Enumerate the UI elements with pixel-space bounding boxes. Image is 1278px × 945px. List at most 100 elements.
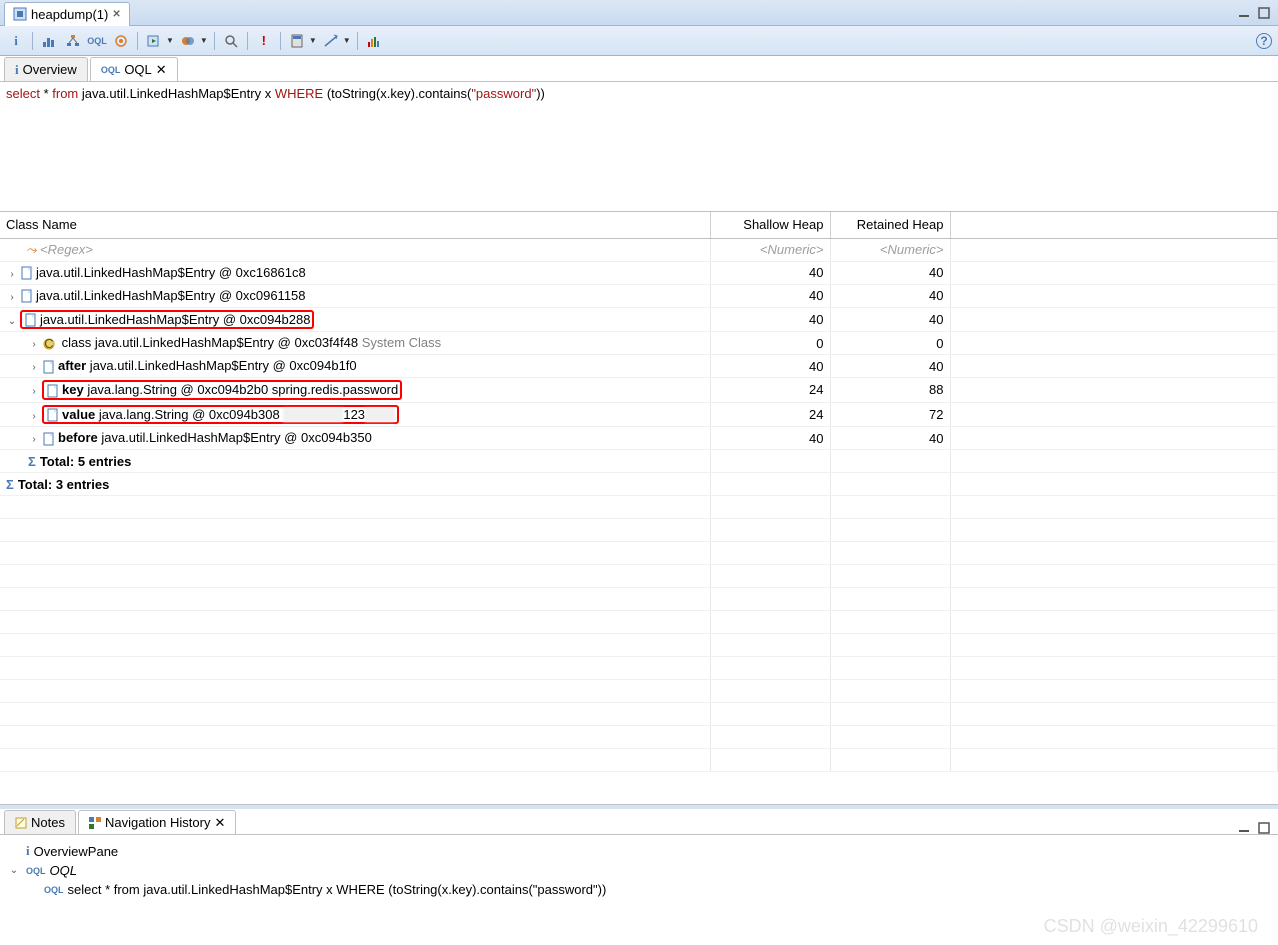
editor-tab-heapdump[interactable]: heapdump(1) ✕ <box>4 2 130 26</box>
retained-heap-value: 40 <box>830 284 950 307</box>
class-icon <box>46 408 60 422</box>
table-row[interactable]: ΣTotal: 3 entries <box>0 473 1278 496</box>
help-icon[interactable]: ? <box>1256 33 1272 49</box>
retained-heap-value: 40 <box>830 427 950 450</box>
shallow-heap-value: 40 <box>710 284 830 307</box>
maximize-icon[interactable] <box>1258 822 1270 834</box>
minimize-icon[interactable] <box>1238 7 1250 19</box>
group-button[interactable] <box>364 31 384 51</box>
compare-button[interactable] <box>321 31 341 51</box>
chevron-down-icon[interactable]: ▼ <box>343 36 351 45</box>
editor-tab-bar: heapdump(1) ✕ <box>0 0 1278 26</box>
navigation-history-body: i OverviewPane ⌄ OQL OQL OQL select * fr… <box>0 835 1278 945</box>
dominator-tree-button[interactable] <box>63 31 83 51</box>
run-query-button[interactable] <box>144 31 164 51</box>
oql-button[interactable]: OQL <box>87 31 107 51</box>
tree-toggle[interactable]: › <box>28 362 40 373</box>
row-text: class java.util.LinkedHashMap$Entry @ 0x… <box>58 335 362 350</box>
tree-toggle[interactable]: ⌄ <box>6 316 18 327</box>
tab-oql[interactable]: OQL OQL ✕ <box>90 57 178 81</box>
run-expert-button[interactable]: ! <box>254 31 274 51</box>
tab-overview[interactable]: i Overview <box>4 57 88 81</box>
tab-navigation-history[interactable]: Navigation History ✕ <box>78 810 236 834</box>
row-text: java.lang.String @ 0xc094b308 <box>95 407 283 422</box>
chevron-down-icon[interactable]: ▼ <box>200 36 208 45</box>
retained-heap-value: 40 <box>830 355 950 378</box>
main-toolbar: i OQL ▼ ▼ ! ▼ ▼ ? <box>0 26 1278 56</box>
field-name: after <box>58 358 86 373</box>
table-row[interactable]: ›java.util.LinkedHashMap$Entry @ 0xc0961… <box>0 284 1278 307</box>
column-header-classname[interactable]: Class Name <box>0 212 710 238</box>
toolbar-separator <box>137 32 138 50</box>
empty-row <box>0 519 1278 542</box>
chevron-down-icon[interactable]: ▼ <box>309 36 317 45</box>
table-row[interactable]: ›before java.util.LinkedHashMap$Entry @ … <box>0 427 1278 450</box>
field-name: key <box>62 382 84 397</box>
shallow-heap-value: 24 <box>710 402 830 427</box>
empty-row <box>0 542 1278 565</box>
row-text: java.util.LinkedHashMap$Entry @ 0xc094b2… <box>40 312 310 327</box>
table-row[interactable]: ΣTotal: 5 entries <box>0 450 1278 473</box>
table-row[interactable]: › key java.lang.String @ 0xc094b2b0 sprin… <box>0 378 1278 403</box>
redacted-value <box>365 408 395 422</box>
total-label: Total: 3 entries <box>18 477 110 492</box>
field-name: value <box>62 407 95 422</box>
tab-label: Overview <box>23 62 77 77</box>
find-button[interactable] <box>221 31 241 51</box>
nav-item-overview[interactable]: i OverviewPane <box>8 841 1270 861</box>
minimize-icon[interactable] <box>1238 822 1250 834</box>
table-row[interactable]: › after java.util.LinkedHashMap$Entry @ 0… <box>0 355 1278 378</box>
sigma-icon: Σ <box>28 454 36 469</box>
class-icon: C <box>42 337 56 351</box>
tree-toggle[interactable]: › <box>6 269 18 280</box>
nav-item-query[interactable]: OQL select * from java.util.LinkedHashMa… <box>8 880 1270 899</box>
table-row[interactable]: ⌄ java.util.LinkedHashMap$Entry @ 0xc094b… <box>0 307 1278 332</box>
calculator-button[interactable] <box>287 31 307 51</box>
numeric-filter-input[interactable]: <Numeric> <box>830 238 950 261</box>
thread-overview-button[interactable] <box>111 31 131 51</box>
oql-icon: OQL <box>101 65 121 75</box>
tree-toggle[interactable]: › <box>28 339 40 350</box>
table-row[interactable]: ›C class java.util.LinkedHashMap$Entry @… <box>0 332 1278 355</box>
row-text: java.util.LinkedHashMap$Entry @ 0xc094b1… <box>86 358 356 373</box>
table-row[interactable]: ›value java.lang.String @ 0xc094b308 123… <box>0 402 1278 427</box>
row-text: java.lang.String @ 0xc094b2b0 spring.red… <box>84 382 399 397</box>
tree-toggle[interactable]: › <box>28 411 40 422</box>
toolbar-separator <box>280 32 281 50</box>
tree-toggle[interactable]: › <box>28 386 40 397</box>
sub-tab-bar: i Overview OQL OQL ✕ <box>0 56 1278 82</box>
oql-query-editor[interactable]: select * from java.util.LinkedHashMap$En… <box>0 82 1278 212</box>
close-icon[interactable]: ✕ <box>214 815 225 831</box>
column-header-retained[interactable]: Retained Heap <box>830 212 950 238</box>
tree-toggle-expanded[interactable]: ⌄ <box>8 865 20 876</box>
results-table-container[interactable]: Class Name Shallow Heap Retained Heap ⤳ … <box>0 212 1278 805</box>
info-button[interactable]: i <box>6 31 26 51</box>
editor-tab-label: heapdump(1) <box>31 7 108 22</box>
empty-row <box>0 634 1278 657</box>
shallow-heap-value: 24 <box>710 378 830 403</box>
filter-row[interactable]: ⤳ <Regex> <Numeric> <Numeric> <box>0 238 1278 261</box>
maximize-icon[interactable] <box>1258 7 1270 19</box>
history-icon <box>89 817 101 829</box>
info-icon: i <box>15 62 19 78</box>
tab-notes[interactable]: Notes <box>4 810 76 834</box>
table-row[interactable]: ›java.util.LinkedHashMap$Entry @ 0xc1686… <box>0 261 1278 284</box>
chevron-down-icon[interactable]: ▼ <box>166 36 174 45</box>
query-browser-button[interactable] <box>178 31 198 51</box>
empty-row <box>0 588 1278 611</box>
close-icon[interactable]: ✕ <box>156 62 167 78</box>
class-icon <box>42 360 56 374</box>
numeric-filter-input[interactable]: <Numeric> <box>710 238 830 261</box>
empty-row <box>0 703 1278 726</box>
row-text: java.util.LinkedHashMap$Entry @ 0xc094b3… <box>98 430 372 445</box>
close-icon[interactable]: ✕ <box>112 9 120 20</box>
regex-filter-input[interactable]: <Regex> <box>40 242 93 257</box>
histogram-button[interactable] <box>39 31 59 51</box>
nav-item-oql[interactable]: ⌄ OQL OQL <box>8 861 1270 880</box>
tree-toggle[interactable]: › <box>28 434 40 445</box>
tree-toggle[interactable]: › <box>6 292 18 303</box>
navigation-panel: Notes Navigation History ✕ i OverviewPan… <box>0 805 1278 945</box>
toolbar-separator <box>357 32 358 50</box>
heapdump-file-icon <box>13 7 27 21</box>
column-header-shallow[interactable]: Shallow Heap <box>710 212 830 238</box>
